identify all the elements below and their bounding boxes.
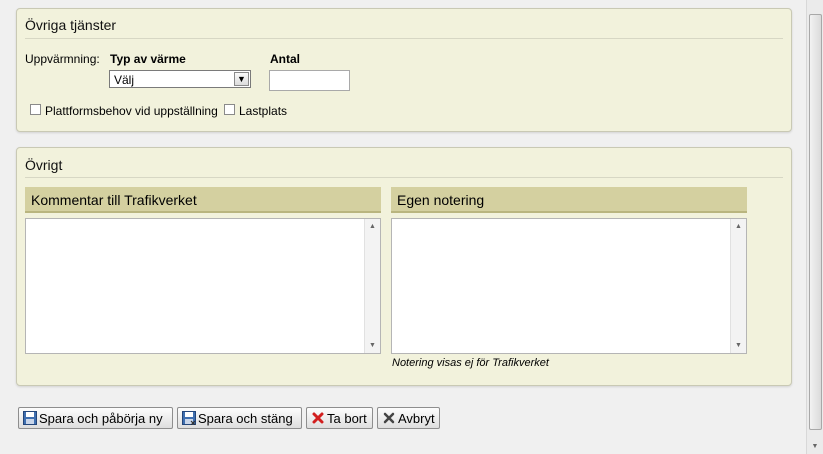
platform-checkbox[interactable]	[30, 104, 41, 115]
delete-label: Ta bort	[327, 410, 367, 426]
cargo-label: Lastplats	[239, 104, 288, 118]
heat-type-selected: Välj	[114, 73, 135, 87]
services-panel: Övriga tjänster Uppvärmning: Typ av värm…	[16, 8, 792, 132]
other-panel: Övrigt Kommentar till Trafikverket ▲ ▼ E…	[16, 147, 792, 386]
count-input[interactable]	[269, 70, 350, 91]
services-panel-title: Övriga tjänster	[25, 17, 117, 33]
delete-button[interactable]: Ta bort	[306, 407, 373, 429]
comment-scrollbar[interactable]: ▲ ▼	[364, 219, 380, 353]
save-close-icon	[182, 411, 196, 426]
save-icon	[23, 411, 37, 425]
heat-type-header: Typ av värme	[110, 52, 186, 66]
scroll-down-icon[interactable]: ▼	[365, 342, 380, 349]
cancel-button[interactable]: Avbryt	[377, 407, 440, 429]
save-and-new-label: Spara och påbörja ny	[39, 410, 163, 426]
save-and-close-button[interactable]: Spara och stäng	[177, 407, 302, 429]
other-panel-title: Övrigt	[25, 157, 63, 173]
heating-label: Uppvärmning:	[25, 52, 100, 66]
chevron-down-icon[interactable]: ▼	[234, 72, 249, 86]
count-header: Antal	[270, 52, 300, 66]
note-hint: Notering visas ej för Trafikverket	[392, 357, 549, 369]
scroll-up-icon[interactable]: ▲	[731, 223, 746, 230]
scroll-down-icon[interactable]: ▼	[807, 443, 823, 450]
delete-icon	[311, 411, 325, 425]
page-scroll-thumb[interactable]	[809, 14, 822, 430]
platform-label: Plattformsbehov vid uppställning	[45, 104, 218, 118]
cancel-label: Avbryt	[398, 410, 435, 426]
cancel-icon	[382, 411, 396, 425]
comment-header: Kommentar till Trafikverket	[25, 187, 381, 213]
services-panel-divider	[25, 38, 783, 39]
scroll-down-icon[interactable]: ▼	[731, 342, 746, 349]
heat-type-select[interactable]: Välj ▼	[109, 70, 251, 88]
save-and-close-label: Spara och stäng	[198, 410, 293, 426]
cargo-checkbox[interactable]	[224, 104, 235, 115]
scroll-up-icon[interactable]: ▲	[365, 223, 380, 230]
page-scrollbar[interactable]: ▼	[806, 0, 823, 454]
note-header: Egen notering	[391, 187, 747, 213]
comment-textarea[interactable]: ▲ ▼	[25, 218, 381, 354]
save-and-new-button[interactable]: Spara och påbörja ny	[18, 407, 173, 429]
other-panel-divider	[25, 177, 783, 178]
note-scrollbar[interactable]: ▲ ▼	[730, 219, 746, 353]
note-textarea[interactable]: ▲ ▼	[391, 218, 747, 354]
